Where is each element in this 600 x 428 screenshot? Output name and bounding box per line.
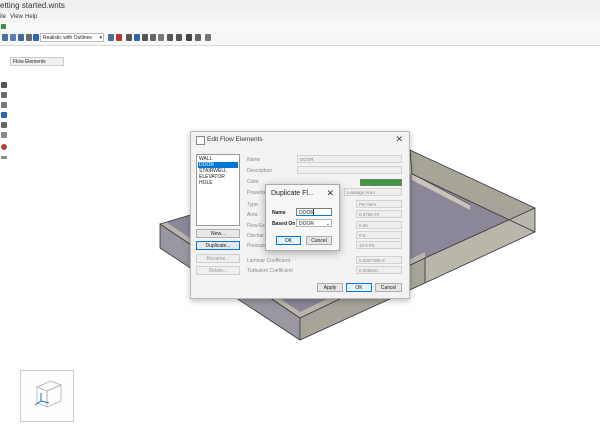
view-cube-icon: [34, 380, 62, 408]
close-icon[interactable]: ✕: [395, 134, 403, 145]
area-field[interactable]: 0.0758 m²: [356, 210, 402, 218]
tool-icon[interactable]: [1, 156, 7, 159]
ok-button[interactable]: OK: [346, 283, 372, 292]
move-icon[interactable]: [142, 34, 148, 41]
view-toolbar: Realistic with Outlines ▾: [0, 31, 600, 46]
menu-bar: ile View Help: [0, 12, 600, 23]
tool-icon[interactable]: [18, 34, 24, 41]
menu-view[interactable]: View: [10, 14, 23, 20]
flow-exponent-label: Flow Ex: [247, 223, 265, 229]
tool-icon[interactable]: [10, 34, 16, 41]
pressure-label: Pressure: [247, 243, 268, 249]
color-swatch[interactable]: [360, 179, 402, 186]
list-item[interactable]: HOLE: [198, 180, 238, 186]
duplicate-dialog: Duplicate Fl... ✕ Name DOOR Based On DOO…: [265, 184, 340, 251]
dialog-title: Edit Flow Elements: [207, 136, 263, 143]
zoom-out-icon[interactable]: [176, 34, 182, 41]
fit-icon[interactable]: [186, 34, 192, 41]
based-on-label: Based On: [272, 221, 296, 227]
menu-help[interactable]: Help: [25, 14, 37, 20]
cancel-button[interactable]: Cancel: [306, 236, 332, 245]
cancel-button[interactable]: Cancel: [375, 283, 402, 292]
flow-exponent-field[interactable]: 0.65: [356, 221, 402, 229]
rotate-icon[interactable]: [126, 34, 132, 41]
tool-icon[interactable]: [1, 102, 7, 108]
name-label: Name: [272, 210, 286, 216]
window-title: etting started.wnts: [0, 1, 65, 10]
menu-file[interactable]: ile: [0, 14, 6, 20]
area-label: Area: [247, 212, 258, 218]
ok-button[interactable]: OK: [276, 236, 301, 245]
tool-icon[interactable]: [116, 34, 122, 41]
laminar-field: 0.040748E-4: [356, 256, 402, 264]
tool-icon[interactable]: [2, 34, 8, 41]
tool-icon[interactable]: [26, 34, 32, 41]
flow-elements-field[interactable]: Flow Elements: [10, 57, 64, 66]
based-on-select[interactable]: DOOR ⌄: [296, 219, 332, 227]
discharge-field[interactable]: 0.6: [356, 231, 402, 239]
type-label: Type: [247, 202, 258, 208]
pan-icon[interactable]: [134, 34, 140, 41]
tool-icon[interactable]: [195, 34, 201, 41]
dialog-title: Duplicate Fl...: [271, 190, 314, 197]
move-icon[interactable]: [1, 82, 7, 88]
color-label: Color: [247, 179, 259, 185]
zoom-icon[interactable]: [167, 34, 173, 41]
powerlaw-label: Powerla: [247, 190, 266, 196]
dialog-app-icon: [196, 136, 205, 145]
text-cursor-icon: [313, 209, 314, 215]
chevron-down-icon: ⌄: [325, 221, 330, 227]
tool-icon[interactable]: [1, 144, 7, 150]
window-titlebar: etting started.wnts: [0, 0, 600, 12]
tool-icon[interactable]: [108, 34, 114, 41]
duplicate-button[interactable]: Duplicate...: [196, 241, 240, 250]
new-button[interactable]: New...: [196, 229, 240, 238]
description-field[interactable]: [297, 166, 402, 174]
flow-element-list[interactable]: WALL DOOR STAIRWELL ELEVATOR HOLE: [196, 154, 240, 226]
orientation-cube[interactable]: [20, 370, 74, 422]
flow-elements-label: Flow Elements: [13, 59, 46, 65]
turbulent-field: 0.048520: [356, 266, 402, 274]
turbulent-label: Turbulent Coefficient: [247, 268, 293, 274]
discharge-label: Dischar: [247, 233, 264, 239]
tool-icon[interactable]: [1, 92, 7, 98]
chevron-down-icon: ▾: [99, 35, 102, 41]
type-select[interactable]: Per Item: [356, 200, 402, 208]
rename-button[interactable]: Rename...: [196, 254, 240, 263]
based-on-value: DOOR: [299, 221, 314, 227]
tool-icon[interactable]: [33, 34, 39, 41]
powerlaw-select[interactable]: Leakage Area: [344, 188, 402, 196]
delete-button[interactable]: Delete...: [196, 266, 240, 275]
render-mode-select[interactable]: Realistic with Outlines ▾: [40, 33, 104, 42]
tool-icon[interactable]: [1, 132, 7, 138]
tool-icon[interactable]: [150, 34, 156, 41]
name-field[interactable]: DOOR: [297, 155, 402, 163]
apply-button[interactable]: Apply: [317, 283, 343, 292]
laminar-label: Laminar Coefficient: [247, 258, 290, 264]
run-icon[interactable]: [1, 24, 6, 29]
render-mode-value: Realistic with Outlines: [43, 35, 92, 41]
tool-icon[interactable]: [1, 112, 7, 118]
tool-icon[interactable]: [1, 122, 7, 128]
left-toolbar: [0, 80, 9, 170]
close-icon[interactable]: ✕: [326, 188, 334, 199]
grid-icon[interactable]: [205, 34, 211, 41]
pressure-field[interactable]: 10.0 Pa: [356, 241, 402, 249]
tool-icon[interactable]: [158, 34, 164, 41]
description-label: Description: [247, 168, 273, 174]
name-label: Name: [247, 157, 261, 163]
name-input[interactable]: DOOR: [296, 208, 332, 216]
